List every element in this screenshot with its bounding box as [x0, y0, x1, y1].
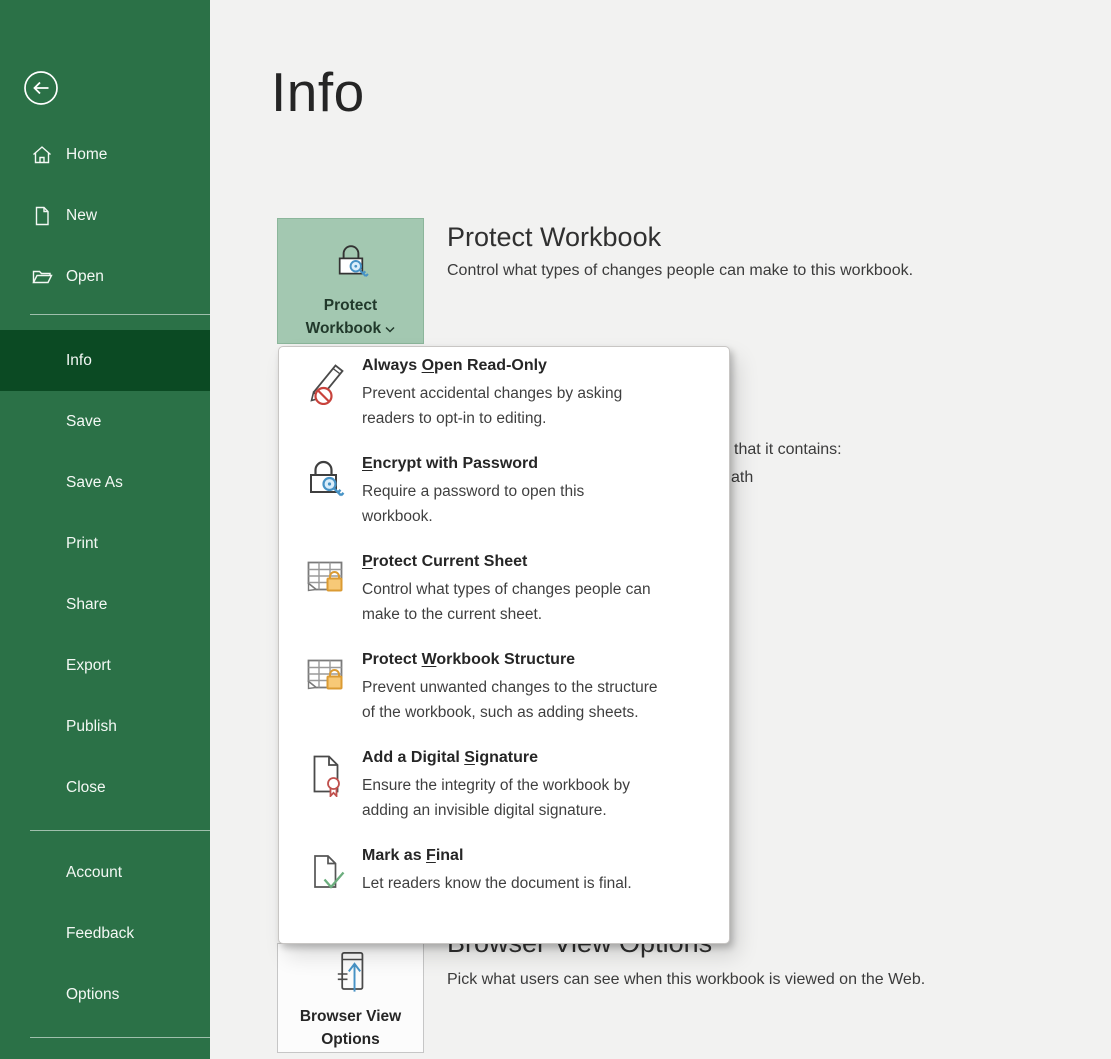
sidebar-item-label: Feedback	[66, 925, 134, 943]
menu-item-title: Protect Current Sheet	[362, 553, 651, 571]
menu-item-description: Control what types of changes people can…	[362, 578, 651, 627]
page-title: Info	[271, 60, 365, 124]
sidebar-divider	[30, 830, 210, 831]
open-folder-icon	[31, 266, 53, 288]
menu-item-add-digital-signature[interactable]: Add a Digital Signature Ensure the integ…	[279, 748, 729, 846]
tile-label-line2: Workbook	[306, 317, 396, 340]
sidebar-item-save[interactable]: Save	[0, 391, 210, 452]
back-arrow-circle-icon	[23, 93, 59, 110]
sidebar-item-label: Options	[66, 986, 119, 1004]
protect-workbook-structure-icon	[303, 653, 349, 699]
menu-item-description: Let readers know the document is final.	[362, 872, 632, 897]
sidebar-item-label: Info	[66, 352, 92, 370]
menu-item-always-open-read-only[interactable]: Always Open Read-Only Prevent accidental…	[279, 356, 729, 454]
sidebar-item-info[interactable]: Info	[0, 330, 210, 391]
sidebar-item-label: New	[66, 207, 97, 225]
chevron-down-icon	[385, 320, 395, 337]
tile-label-line2: Options	[321, 1028, 380, 1051]
menu-item-title: Encrypt with Password	[362, 455, 584, 473]
inspect-text-fragment: that it contains:	[734, 441, 842, 459]
menu-item-title: Protect Workbook Structure	[362, 651, 658, 669]
sidebar-item-label: Close	[66, 779, 106, 797]
menu-item-description: Require a password to open this workbook…	[362, 480, 584, 529]
lock-key-icon	[331, 239, 371, 288]
sidebar-divider	[30, 314, 210, 315]
tile-label-line1: Browser View	[300, 1005, 401, 1028]
back-button[interactable]	[23, 70, 59, 106]
sidebar-item-label: Home	[66, 146, 107, 164]
menu-item-title: Always Open Read-Only	[362, 357, 622, 375]
sidebar-divider	[30, 1037, 210, 1038]
protect-workbook-heading: Protect Workbook	[447, 222, 661, 253]
protect-workbook-button[interactable]: Protect Workbook	[277, 218, 424, 344]
sidebar-item-label: Print	[66, 535, 98, 553]
sidebar-item-account[interactable]: Account	[0, 842, 210, 903]
sidebar-item-open[interactable]: Open	[0, 246, 210, 307]
sidebar-item-share[interactable]: Share	[0, 574, 210, 635]
sidebar-item-publish[interactable]: Publish	[0, 696, 210, 757]
sidebar-item-label: Save	[66, 413, 101, 431]
backstage-sidebar: Home New Open Info	[0, 0, 210, 1059]
sidebar-item-export[interactable]: Export	[0, 635, 210, 696]
home-icon	[31, 144, 53, 166]
sidebar-item-save-as[interactable]: Save As	[0, 452, 210, 513]
browser-view-icon	[329, 950, 373, 1003]
tile-label-line1: Protect	[324, 294, 377, 317]
protect-workbook-description: Control what types of changes people can…	[447, 262, 913, 280]
sidebar-item-home[interactable]: Home	[0, 124, 210, 185]
encrypt-with-password-icon	[303, 457, 349, 503]
sidebar-item-label: Account	[66, 864, 122, 882]
sidebar-item-label: Open	[66, 268, 104, 286]
sidebar-item-label: Share	[66, 596, 107, 614]
always-open-read-only-icon	[303, 359, 349, 405]
browser-view-options-description: Pick what users can see when this workbo…	[447, 971, 925, 989]
protect-workbook-dropdown-menu: Always Open Read-Only Prevent accidental…	[278, 346, 730, 944]
inspect-text-fragment: ath	[731, 469, 753, 487]
sidebar-item-options[interactable]: Options	[0, 964, 210, 1025]
menu-item-title: Add a Digital Signature	[362, 749, 630, 767]
menu-item-description: Ensure the integrity of the workbook by …	[362, 774, 630, 823]
sidebar-item-print[interactable]: Print	[0, 513, 210, 574]
menu-item-title: Mark as Final	[362, 847, 632, 865]
browser-view-options-button[interactable]: Browser View Options	[277, 943, 424, 1053]
new-document-icon	[31, 205, 53, 227]
menu-item-encrypt-with-password[interactable]: Encrypt with Password Require a password…	[279, 454, 729, 552]
menu-item-description: Prevent unwanted changes to the structur…	[362, 676, 658, 725]
menu-item-protect-current-sheet[interactable]: Protect Current Sheet Control what types…	[279, 552, 729, 650]
sidebar-item-label: Save As	[66, 474, 123, 492]
sidebar-item-feedback[interactable]: Feedback	[0, 903, 210, 964]
sidebar-item-new[interactable]: New	[0, 185, 210, 246]
sidebar-item-label: Publish	[66, 718, 117, 736]
add-digital-signature-icon	[303, 751, 349, 797]
menu-item-protect-workbook-structure[interactable]: Protect Workbook Structure Prevent unwan…	[279, 650, 729, 748]
menu-item-mark-as-final[interactable]: Mark as Final Let readers know the docum…	[279, 846, 729, 944]
sidebar-item-label: Export	[66, 657, 111, 675]
sidebar-item-close[interactable]: Close	[0, 757, 210, 818]
mark-as-final-icon	[303, 849, 349, 895]
menu-item-description: Prevent accidental changes by asking rea…	[362, 382, 622, 431]
protect-current-sheet-icon	[303, 555, 349, 601]
